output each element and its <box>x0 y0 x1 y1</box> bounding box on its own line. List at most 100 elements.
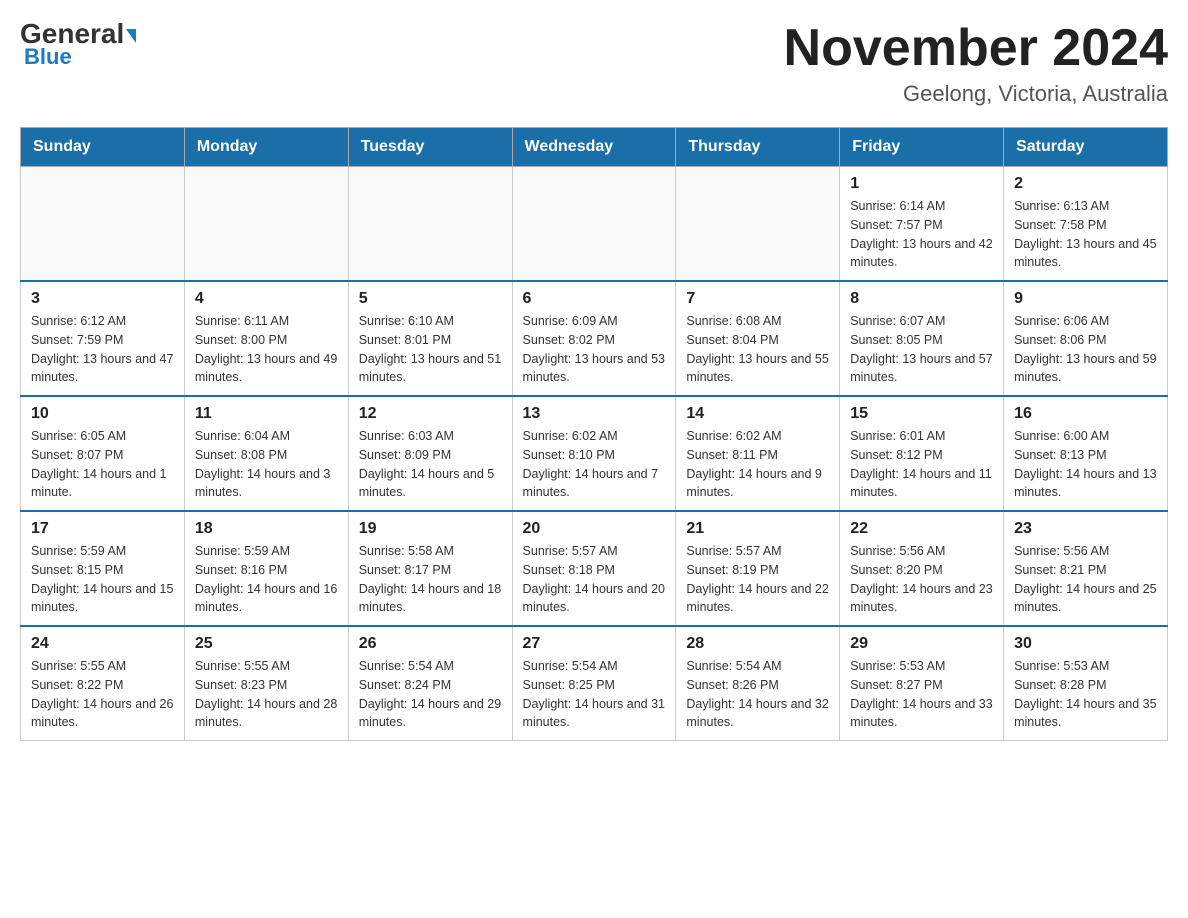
calendar-cell: 24 Sunrise: 5:55 AMSunset: 8:22 PMDayligh… <box>21 626 185 741</box>
day-info: Sunrise: 6:09 AMSunset: 8:02 PMDaylight:… <box>523 312 666 387</box>
day-info: Sunrise: 5:55 AMSunset: 8:22 PMDaylight:… <box>31 657 174 732</box>
day-number: 19 <box>359 520 502 538</box>
calendar-cell: 6 Sunrise: 6:09 AMSunset: 8:02 PMDaylight… <box>512 281 676 396</box>
calendar-week-4: 17 Sunrise: 5:59 AMSunset: 8:15 PMDayligh… <box>21 511 1168 626</box>
day-info: Sunrise: 6:07 AMSunset: 8:05 PMDaylight:… <box>850 312 993 387</box>
calendar-week-2: 3Sunrise: 6:12 AMSunset: 7:59 PMDaylight… <box>21 281 1168 396</box>
day-info: Sunrise: 5:59 AMSunset: 8:15 PMDaylight:… <box>31 542 174 617</box>
calendar-cell: 8 Sunrise: 6:07 AMSunset: 8:05 PMDaylight… <box>840 281 1004 396</box>
calendar-cell <box>184 167 348 282</box>
day-info: Sunrise: 5:55 AMSunset: 8:23 PMDaylight:… <box>195 657 338 732</box>
day-info: Sunrise: 5:56 AMSunset: 8:20 PMDaylight:… <box>850 542 993 617</box>
column-header-wednesday: Wednesday <box>512 128 676 167</box>
day-info: Sunrise: 6:12 AMSunset: 7:59 PMDaylight:… <box>31 312 174 387</box>
day-info: Sunrise: 5:59 AMSunset: 8:16 PMDaylight:… <box>195 542 338 617</box>
day-number: 18 <box>195 520 338 538</box>
day-number: 23 <box>1014 520 1157 538</box>
day-info: Sunrise: 6:08 AMSunset: 8:04 PMDaylight:… <box>686 312 829 387</box>
day-number: 28 <box>686 635 829 653</box>
day-number: 14 <box>686 405 829 423</box>
day-number: 20 <box>523 520 666 538</box>
calendar-cell: 12 Sunrise: 6:03 AMSunset: 8:09 PMDayligh… <box>348 396 512 511</box>
day-info: Sunrise: 6:02 AMSunset: 8:10 PMDaylight:… <box>523 427 666 502</box>
calendar-cell: 4 Sunrise: 6:11 AMSunset: 8:00 PMDaylight… <box>184 281 348 396</box>
calendar-cell <box>21 167 185 282</box>
day-number: 6 <box>523 290 666 308</box>
day-number: 11 <box>195 405 338 423</box>
calendar-week-3: 10 Sunrise: 6:05 AMSunset: 8:07 PMDayligh… <box>21 396 1168 511</box>
day-number: 16 <box>1014 405 1157 423</box>
day-number: 29 <box>850 635 993 653</box>
day-info: Sunrise: 6:05 AMSunset: 8:07 PMDaylight:… <box>31 427 174 502</box>
day-info: Sunrise: 6:00 AMSunset: 8:13 PMDaylight:… <box>1014 427 1157 502</box>
calendar-subtitle: Geelong, Victoria, Australia <box>784 81 1168 107</box>
calendar-cell: 3Sunrise: 6:12 AMSunset: 7:59 PMDaylight… <box>21 281 185 396</box>
day-number: 7 <box>686 290 829 308</box>
calendar-header-row: SundayMondayTuesdayWednesdayThursdayFrid… <box>21 128 1168 167</box>
day-info: Sunrise: 6:11 AMSunset: 8:00 PMDaylight:… <box>195 312 338 387</box>
day-info: Sunrise: 6:03 AMSunset: 8:09 PMDaylight:… <box>359 427 502 502</box>
calendar-cell: 5 Sunrise: 6:10 AMSunset: 8:01 PMDaylight… <box>348 281 512 396</box>
calendar-table: SundayMondayTuesdayWednesdayThursdayFrid… <box>20 127 1168 741</box>
calendar-cell: 29 Sunrise: 5:53 AMSunset: 8:27 PMDayligh… <box>840 626 1004 741</box>
day-number: 26 <box>359 635 502 653</box>
day-number: 25 <box>195 635 338 653</box>
day-info: Sunrise: 6:13 AMSunset: 7:58 PMDaylight:… <box>1014 197 1157 272</box>
calendar-cell: 17 Sunrise: 5:59 AMSunset: 8:15 PMDayligh… <box>21 511 185 626</box>
calendar-cell <box>512 167 676 282</box>
day-info: Sunrise: 5:56 AMSunset: 8:21 PMDaylight:… <box>1014 542 1157 617</box>
calendar-cell: 19Sunrise: 5:58 AMSunset: 8:17 PMDayligh… <box>348 511 512 626</box>
column-header-monday: Monday <box>184 128 348 167</box>
day-number: 8 <box>850 290 993 308</box>
calendar-cell: 13 Sunrise: 6:02 AMSunset: 8:10 PMDayligh… <box>512 396 676 511</box>
column-header-saturday: Saturday <box>1004 128 1168 167</box>
day-info: Sunrise: 5:54 AMSunset: 8:26 PMDaylight:… <box>686 657 829 732</box>
day-number: 15 <box>850 405 993 423</box>
day-number: 17 <box>31 520 174 538</box>
calendar-cell <box>348 167 512 282</box>
day-info: Sunrise: 5:53 AMSunset: 8:28 PMDaylight:… <box>1014 657 1157 732</box>
day-info: Sunrise: 5:57 AMSunset: 8:18 PMDaylight:… <box>523 542 666 617</box>
day-number: 2 <box>1014 175 1157 193</box>
calendar-cell: 27 Sunrise: 5:54 AMSunset: 8:25 PMDayligh… <box>512 626 676 741</box>
calendar-cell: 25 Sunrise: 5:55 AMSunset: 8:23 PMDayligh… <box>184 626 348 741</box>
day-info: Sunrise: 6:04 AMSunset: 8:08 PMDaylight:… <box>195 427 338 502</box>
day-info: Sunrise: 6:14 AMSunset: 7:57 PMDaylight:… <box>850 197 993 272</box>
title-section: November 2024 Geelong, Victoria, Austral… <box>784 20 1168 107</box>
day-info: Sunrise: 6:01 AMSunset: 8:12 PMDaylight:… <box>850 427 993 502</box>
day-number: 21 <box>686 520 829 538</box>
day-info: Sunrise: 6:02 AMSunset: 8:11 PMDaylight:… <box>686 427 829 502</box>
day-info: Sunrise: 6:06 AMSunset: 8:06 PMDaylight:… <box>1014 312 1157 387</box>
calendar-cell: 10 Sunrise: 6:05 AMSunset: 8:07 PMDayligh… <box>21 396 185 511</box>
day-number: 1 <box>850 175 993 193</box>
calendar-cell: 2 Sunrise: 6:13 AMSunset: 7:58 PMDaylight… <box>1004 167 1168 282</box>
calendar-cell: 26Sunrise: 5:54 AMSunset: 8:24 PMDayligh… <box>348 626 512 741</box>
day-number: 22 <box>850 520 993 538</box>
day-number: 4 <box>195 290 338 308</box>
page-header: General Blue November 2024 Geelong, Vict… <box>20 20 1168 107</box>
calendar-cell: 21Sunrise: 5:57 AMSunset: 8:19 PMDayligh… <box>676 511 840 626</box>
day-number: 10 <box>31 405 174 423</box>
column-header-friday: Friday <box>840 128 1004 167</box>
calendar-cell: 11 Sunrise: 6:04 AMSunset: 8:08 PMDayligh… <box>184 396 348 511</box>
calendar-cell: 9 Sunrise: 6:06 AMSunset: 8:06 PMDaylight… <box>1004 281 1168 396</box>
day-number: 12 <box>359 405 502 423</box>
day-number: 13 <box>523 405 666 423</box>
calendar-cell: 30 Sunrise: 5:53 AMSunset: 8:28 PMDayligh… <box>1004 626 1168 741</box>
day-info: Sunrise: 6:10 AMSunset: 8:01 PMDaylight:… <box>359 312 502 387</box>
calendar-cell: 15 Sunrise: 6:01 AMSunset: 8:12 PMDayligh… <box>840 396 1004 511</box>
day-number: 24 <box>31 635 174 653</box>
day-info: Sunrise: 5:54 AMSunset: 8:25 PMDaylight:… <box>523 657 666 732</box>
day-number: 30 <box>1014 635 1157 653</box>
day-number: 5 <box>359 290 502 308</box>
calendar-cell: 16 Sunrise: 6:00 AMSunset: 8:13 PMDayligh… <box>1004 396 1168 511</box>
calendar-cell <box>676 167 840 282</box>
logo: General Blue <box>20 20 136 70</box>
day-info: Sunrise: 5:53 AMSunset: 8:27 PMDaylight:… <box>850 657 993 732</box>
calendar-cell: 28 Sunrise: 5:54 AMSunset: 8:26 PMDayligh… <box>676 626 840 741</box>
calendar-cell: 20 Sunrise: 5:57 AMSunset: 8:18 PMDayligh… <box>512 511 676 626</box>
calendar-cell: 1 Sunrise: 6:14 AMSunset: 7:57 PMDaylight… <box>840 167 1004 282</box>
calendar-week-1: 1 Sunrise: 6:14 AMSunset: 7:57 PMDaylight… <box>21 167 1168 282</box>
day-number: 9 <box>1014 290 1157 308</box>
day-number: 27 <box>523 635 666 653</box>
